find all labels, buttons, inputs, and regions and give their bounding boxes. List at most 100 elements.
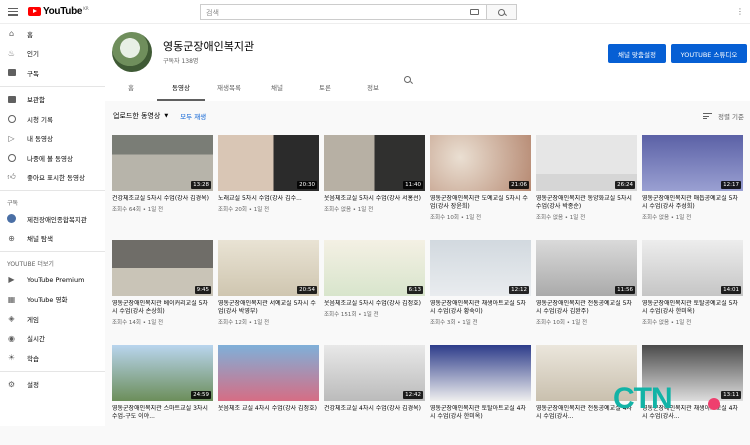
sidebar-item-liked[interactable]: 👍︎ 좋아요 표시한 동영상 [0,168,105,188]
sidebar-item-label: 시청 기록 [27,115,53,124]
youtube-logo[interactable]: YouTube KR [28,6,89,17]
video-card[interactable]: 11:56 영동군장애인복지관 전통공예교실 5차시 수업(강사 김완주) 조회수 … [536,240,637,340]
tab-about[interactable]: 정보 [349,76,397,101]
video-card[interactable]: 6:13 웃음체조교실 5차시 수업(강사 김정호) 조회수 151회 • 1일 전 [324,240,425,340]
video-duration: 26:24 [615,181,635,189]
video-thumbnail[interactable]: 20:30 [218,135,319,191]
video-title[interactable]: 영동군장애인복지관 전통공예교실 5차시 수업(강사 김완주) [536,300,637,316]
sidebar-item-channel[interactable]: 제천장애인종합복지관 [0,209,105,229]
sidebar-item-learning[interactable]: ☀ 학습 [0,348,105,368]
sidebar: ⌂ 홈 ♨ 인기 구독 보관함 시청 기록 ▷ 내 동영상 나중에 볼 동영상 👍︎ 좋… [0,24,105,426]
video-card[interactable]: 21:06 영동군장애인복지관 도예교실 5차시 수업(강사 장윤희) 조회수 10… [430,135,531,235]
video-title[interactable]: 영동군장애인복지관 서예교실 5차시 수업(강사 박영부) [218,300,319,316]
hamburger-menu-icon[interactable] [8,7,18,16]
sidebar-item-subscriptions[interactable]: 구독 [0,63,105,83]
video-card[interactable]: 9:45 영동군장애인복지관 베이커리교실 5차시 수업(강사 손상희) 조회수 1… [112,240,213,340]
search-input[interactable]: 검색 [200,4,487,20]
video-duration: 21:06 [509,181,529,189]
video-thumbnail[interactable]: 21:06 [430,135,531,191]
video-card[interactable]: 24:59 영동군장애인복지관 스마트교실 3차시 수업-구도 이야... [112,345,213,445]
tab-videos[interactable]: 동영상 [157,76,205,101]
video-card[interactable]: 12:17 영동군장애인복지관 매듭공예교실 5차시 수업(강사 주성희) 조회수 … [642,135,743,235]
sidebar-item-home[interactable]: ⌂ 홈 [0,24,105,44]
search-button[interactable] [487,4,517,20]
video-title[interactable]: 웃음체조교실 5차시 수업(강사 서홍선) [324,195,425,203]
video-thumbnail[interactable] [430,345,531,401]
video-title[interactable]: 영동군장애인복지관 동양화교실 5차시 수업(강사 박종순) [536,195,637,211]
video-title[interactable]: 영동군장애인복지관 도예교실 5차시 수업(강사 장윤희) [430,195,531,211]
video-title[interactable]: 웃음체조 교실 4차시 수업(강사 김정호) [218,405,319,413]
sidebar-item-my-videos[interactable]: ▷ 내 동영상 [0,129,105,149]
video-meta: 조회수 64회 • 1일 전 [112,207,164,213]
sidebar-item-browse-channels[interactable]: ⊕ 채널 탐색 [0,229,105,249]
video-title[interactable]: 건강체조교실 4차시 수업(강사 김경옥) [324,405,425,413]
video-thumbnail[interactable]: 11:40 [324,135,425,191]
video-card[interactable]: 14:01 영동군장애인복지관 토탈공예교실 5차시 수업(강사 한미옥) 조회수 … [642,240,743,340]
video-title[interactable]: 영동군장애인복지관 토탈아트교실 4차시 수업(강사 한미옥) [430,405,531,421]
video-thumbnail[interactable] [218,345,319,401]
play-all-button[interactable]: 모두 재생 [180,111,206,121]
sidebar-item-watch-later[interactable]: 나중에 볼 동영상 [0,148,105,168]
video-card[interactable]: 20:54 영동군장애인복지관 서예교실 5차시 수업(강사 박영부) 조회수 12… [218,240,319,340]
uploads-filter[interactable]: 업로드한 동영상 ▼ 모두 재생 [113,111,206,121]
sidebar-item-label: 보관함 [27,96,45,105]
gaming-icon: ◈ [8,314,15,324]
tab-channels[interactable]: 채널 [253,76,301,101]
video-card[interactable]: 영동군장애인복지관 토탈아트교실 4차시 수업(강사 한미옥) [430,345,531,445]
video-thumbnail[interactable]: 12:12 [430,240,531,296]
video-title[interactable]: 영동군장애인복지관 채생아트교실 5차시 수업(강사 황숙이) [430,300,531,316]
more-options-icon[interactable]: ⋮ [736,7,744,16]
sidebar-item-trending[interactable]: ♨ 인기 [0,44,105,64]
video-thumbnail[interactable]: 20:54 [218,240,319,296]
tab-discussion[interactable]: 토론 [301,76,349,101]
video-thumbnail[interactable]: 6:13 [324,240,425,296]
video-thumbnail[interactable]: 14:01 [642,240,743,296]
video-card[interactable]: 13:28 건강체조교실 5차시 수업(강사 김경옥) 조회수 64회 • 1일 전 [112,135,213,235]
sidebar-item-label: YouTube Premium [27,275,85,284]
video-card[interactable]: 12:42 건강체조교실 4차시 수업(강사 김경옥) [324,345,425,445]
video-card[interactable]: 20:30 노래교실 5차시 수업(강사 김수... 조회수 20회 • 1일 전 [218,135,319,235]
video-title[interactable]: 영동군장애인복지관 베이커리교실 5차시 수업(강사 손상희) [112,300,213,316]
channel-avatar[interactable] [112,32,152,72]
sidebar-item-gaming[interactable]: ◈ 게임 [0,309,105,329]
video-thumbnail[interactable]: 26:24 [536,135,637,191]
sort-button[interactable]: 정렬 기준 [703,111,744,121]
video-title[interactable]: 영동군장애인복지관 토탈공예교실 5차시 수업(강사 한미옥) [642,300,743,316]
sort-icon [703,113,712,119]
video-meta: 조회수 3회 • 1일 전 [430,320,478,326]
video-thumbnail[interactable]: 13:28 [112,135,213,191]
customize-channel-button[interactable]: 채널 맞춤설정 [608,44,666,63]
home-icon: ⌂ [8,29,15,39]
video-duration: 11:40 [403,181,423,189]
tab-search[interactable] [397,76,417,101]
video-thumbnail[interactable]: 12:17 [642,135,743,191]
video-thumbnail[interactable]: 11:56 [536,240,637,296]
sidebar-item-library[interactable]: 보관함 [0,90,105,110]
studio-button[interactable]: YOUTUBE 스튜디오 [671,44,747,63]
sidebar-item-live[interactable]: ◉ 실시간 [0,329,105,349]
video-title[interactable]: 건강체조교실 5차시 수업(강사 김경옥) [112,195,213,203]
video-card[interactable]: 12:12 영동군장애인복지관 채생아트교실 5차시 수업(강사 황숙이) 조회수 … [430,240,531,340]
video-thumbnail[interactable]: 24:59 [112,345,213,401]
video-title[interactable]: 노래교실 5차시 수업(강사 김수... [218,195,319,203]
browse-channels-icon: ⊕ [8,233,15,243]
video-card[interactable]: 11:40 웃음체조교실 5차시 수업(강사 서홍선) 조회수 없음 • 1일 전 [324,135,425,235]
video-title[interactable]: 영동군장애인복지관 스마트교실 3차시 수업-구도 이야... [112,405,213,421]
video-meta: 조회수 없음 • 1일 전 [642,215,692,221]
sidebar-item-movies[interactable]: ▦ YouTube 영화 [0,290,105,310]
tab-playlists[interactable]: 재생목록 [205,76,253,101]
video-card[interactable]: 웃음체조 교실 4차시 수업(강사 김정호) [218,345,319,445]
video-meta: 조회수 151회 • 1일 전 [324,312,379,318]
video-title[interactable]: 영동군장애인복지관 매듭공예교실 5차시 수업(강사 주성희) [642,195,743,211]
sidebar-item-history[interactable]: 시청 기록 [0,109,105,129]
video-card[interactable]: 26:24 영동군장애인복지관 동양화교실 5차시 수업(강사 박종순) 조회수 없… [536,135,637,235]
video-title[interactable]: 웃음체조교실 5차시 수업(강사 김정호) [324,300,425,308]
keyboard-icon[interactable] [470,9,479,15]
channel-tabs: 홈 동영상 재생목록 채널 토론 정보 [105,76,417,101]
video-thumbnail[interactable]: 12:42 [324,345,425,401]
library-icon [7,95,16,104]
tab-home[interactable]: 홈 [105,76,157,101]
sidebar-item-settings[interactable]: ⚙ 설정 [0,375,105,395]
video-thumbnail[interactable]: 9:45 [112,240,213,296]
sidebar-item-premium[interactable]: ▶ YouTube Premium [0,270,105,290]
